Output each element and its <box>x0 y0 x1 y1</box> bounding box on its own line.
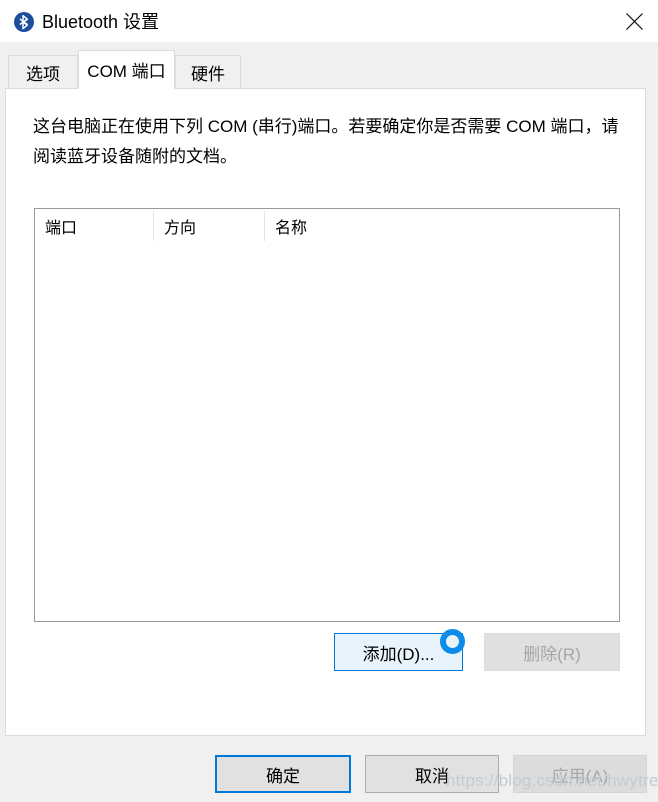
bluetooth-icon <box>14 12 34 32</box>
close-icon <box>625 13 643 30</box>
tab-hardware[interactable]: 硬件 <box>175 55 241 89</box>
tab-options[interactable]: 选项 <box>8 55 78 89</box>
window-title: Bluetooth 设置 <box>42 12 160 32</box>
list-column-headers: 端口 方向 名称 <box>35 209 619 243</box>
tab-com-ports[interactable]: COM 端口 <box>78 50 175 89</box>
remove-port-button[interactable]: 删除(R) <box>484 633 620 671</box>
tab-strip: 选项 COM 端口 硬件 <box>0 43 658 89</box>
remove-port-label: 删除(R) <box>523 644 581 664</box>
ok-button[interactable]: 确定 <box>215 755 351 793</box>
ok-label: 确定 <box>266 766 300 786</box>
cancel-button[interactable]: 取消 <box>365 755 499 793</box>
bluetooth-settings-dialog: Bluetooth 设置 选项 COM 端口 硬件 这台电脑正在使用下列 COM… <box>0 0 658 802</box>
tab-com-ports-label: COM 端口 <box>87 62 166 81</box>
tab-hardware-label: 硬件 <box>191 65 225 84</box>
column-header-direction[interactable]: 方向 <box>154 209 264 243</box>
close-button[interactable] <box>610 0 658 43</box>
add-port-label: 添加(D)... <box>362 644 435 664</box>
tab-options-label: 选项 <box>26 65 60 84</box>
com-ports-panel: 这台电脑正在使用下列 COM (串行)端口。若要确定你是否需要 COM 端口，请… <box>5 88 646 736</box>
cursor-click-indicator <box>440 629 465 654</box>
apply-label: 应用(A) <box>551 766 609 786</box>
com-ports-list[interactable]: 端口 方向 名称 <box>34 208 620 622</box>
cancel-label: 取消 <box>415 766 449 786</box>
panel-description: 这台电脑正在使用下列 COM (串行)端口。若要确定你是否需要 COM 端口，请… <box>33 117 619 166</box>
column-header-name[interactable]: 名称 <box>265 209 445 243</box>
title-bar: Bluetooth 设置 <box>0 0 658 43</box>
apply-button[interactable]: 应用(A) <box>513 755 647 793</box>
column-header-port[interactable]: 端口 <box>35 209 153 243</box>
